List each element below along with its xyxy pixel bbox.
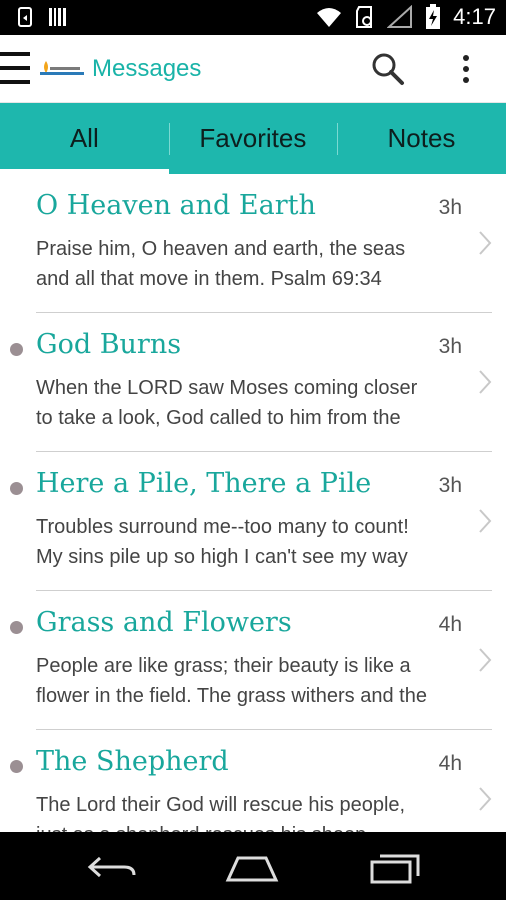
unread-dot-icon bbox=[10, 760, 23, 773]
message-time: 3h bbox=[438, 474, 462, 497]
message-preview-line: Praise him, O heaven and earth, the seas bbox=[36, 238, 406, 260]
chevron-right-icon bbox=[479, 787, 492, 811]
message-preview: Troubles surround me--too many to count!… bbox=[36, 512, 466, 572]
overflow-menu-icon[interactable] bbox=[454, 51, 478, 87]
list-item[interactable]: The Shepherd 4h The Lord their God will … bbox=[0, 730, 506, 832]
usb-debug-icon bbox=[18, 7, 32, 27]
list-item[interactable]: God Burns 3h When the LORD saw Moses com… bbox=[0, 313, 506, 452]
message-preview-line: My sins pile up so high I can't see my w… bbox=[36, 546, 408, 568]
unread-dot-icon bbox=[10, 621, 23, 634]
tab-bar: All Favorites Notes bbox=[0, 103, 506, 174]
message-preview-line: just as a shepherd rescues his sheep bbox=[36, 820, 466, 832]
list-item[interactable]: Grass and Flowers 4h People are like gra… bbox=[0, 591, 506, 730]
message-title: Here a Pile, There a Pile bbox=[36, 468, 372, 499]
wifi-icon bbox=[317, 8, 342, 27]
message-time: 3h bbox=[438, 196, 462, 219]
system-nav-bar bbox=[0, 832, 506, 900]
home-icon[interactable] bbox=[222, 850, 282, 884]
status-bar: 4:17 bbox=[0, 0, 506, 35]
menu-icon[interactable] bbox=[0, 52, 30, 86]
message-preview-line: and all that move in them. Psalm 69:34 bbox=[36, 268, 382, 290]
search-icon[interactable] bbox=[370, 51, 406, 87]
message-title: O Heaven and Earth bbox=[36, 190, 316, 221]
app-logo bbox=[40, 61, 84, 75]
message-preview-line: flower in the field. The grass withers a… bbox=[36, 685, 427, 707]
message-title: Grass and Flowers bbox=[36, 607, 292, 638]
message-preview-line: Troubles surround me--too many to count! bbox=[36, 516, 409, 538]
chevron-right-icon bbox=[479, 231, 492, 255]
list-item[interactable]: O Heaven and Earth 3h Praise him, O heav… bbox=[0, 174, 506, 313]
unread-dot-icon bbox=[10, 482, 23, 495]
chevron-right-icon bbox=[479, 509, 492, 533]
message-time: 3h bbox=[438, 335, 462, 358]
sd-card-icon bbox=[356, 6, 373, 28]
status-time: 4:17 bbox=[453, 4, 496, 29]
recent-apps-icon[interactable] bbox=[364, 850, 424, 884]
message-preview-line: to take a look, God called to him from t… bbox=[36, 407, 401, 429]
tab-notes[interactable]: Notes bbox=[337, 103, 506, 174]
message-time: 4h bbox=[438, 613, 462, 636]
message-preview: The Lord their God will rescue his peopl… bbox=[36, 790, 466, 832]
message-list: O Heaven and Earth 3h Praise him, O heav… bbox=[0, 174, 506, 832]
tab-all[interactable]: All bbox=[0, 103, 169, 174]
message-title: God Burns bbox=[36, 329, 182, 360]
message-preview-line: The Lord their God will rescue his peopl… bbox=[36, 794, 406, 816]
app-bar: Messages bbox=[0, 35, 506, 103]
chevron-right-icon bbox=[479, 370, 492, 394]
page-title: Messages bbox=[92, 55, 202, 82]
tab-favorites[interactable]: Favorites bbox=[168, 103, 338, 174]
message-preview: When the LORD saw Moses coming closer to… bbox=[36, 373, 466, 433]
battery-charging-icon bbox=[426, 4, 441, 29]
message-time: 4h bbox=[438, 752, 462, 775]
message-preview-line: People are like grass; their beauty is l… bbox=[36, 655, 411, 677]
message-preview-line: When the LORD saw Moses coming closer bbox=[36, 377, 418, 399]
unread-dot-icon bbox=[10, 343, 23, 356]
back-icon[interactable] bbox=[82, 850, 142, 884]
list-item[interactable]: Here a Pile, There a Pile 3h Troubles su… bbox=[0, 452, 506, 591]
barcode-icon bbox=[49, 8, 66, 26]
message-preview: People are like grass; their beauty is l… bbox=[36, 651, 466, 711]
message-title: The Shepherd bbox=[36, 746, 229, 777]
chevron-right-icon bbox=[479, 648, 492, 672]
message-preview: Praise him, O heaven and earth, the seas… bbox=[36, 234, 466, 294]
signal-icon bbox=[387, 5, 413, 28]
